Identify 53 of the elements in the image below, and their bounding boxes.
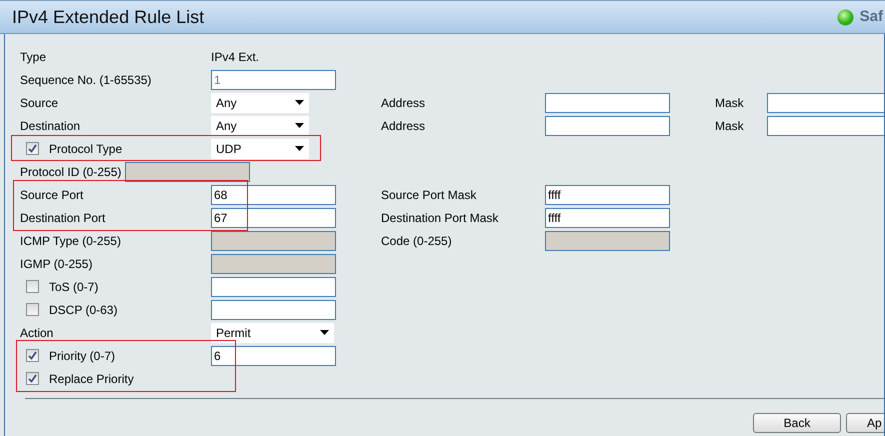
input-field[interactable]: 68	[211, 184, 336, 204]
field-label: Priority (0-7)	[49, 348, 116, 364]
input-field[interactable]	[211, 276, 336, 296]
field-label: Source Port	[20, 186, 84, 204]
dropdown[interactable]: Permit	[211, 322, 334, 342]
field-value: IPv4 Ext.	[211, 48, 260, 66]
field-label: Sequence No. (1-65535)	[20, 72, 152, 88]
checkbox[interactable]	[26, 142, 39, 155]
field-label: ToS (0-7)	[49, 278, 98, 296]
field-label: Source	[20, 94, 58, 112]
field-label: Replace Priority	[49, 370, 134, 388]
status-dot-icon	[836, 8, 854, 26]
input-field[interactable]: 1	[211, 70, 336, 90]
input-field[interactable]: 6	[211, 346, 336, 366]
field-label: Mask	[715, 94, 745, 112]
input-field[interactable]	[545, 116, 670, 136]
dropdown[interactable]: Any	[211, 116, 309, 136]
button[interactable]: Ap	[846, 413, 884, 433]
input-field[interactable]	[767, 116, 884, 136]
field-label: Address	[381, 94, 426, 112]
input-field[interactable]	[211, 300, 336, 320]
field-label: Type	[20, 48, 46, 66]
caret-icon	[295, 100, 304, 105]
caret-icon	[295, 146, 304, 151]
field-label: ICMP Type (0-255)	[20, 232, 121, 250]
caret-icon	[320, 330, 329, 335]
field-label: DSCP (0-63)	[49, 302, 118, 318]
field-label: Protocol ID (0-255)	[20, 164, 122, 180]
field-label: IGMP (0-255)	[20, 256, 92, 272]
field-label: Protocol Type	[49, 140, 122, 158]
field-label: Destination Port	[20, 210, 106, 226]
page-title: IPv4 Extended Rule List	[12, 6, 206, 28]
field-label: Destination Port Mask	[381, 210, 500, 226]
input-field[interactable]: ffff	[545, 184, 670, 204]
checkbox[interactable]	[26, 349, 39, 362]
field-label: Source Port Mask	[381, 186, 478, 204]
checkbox[interactable]	[26, 280, 39, 293]
input-field[interactable]: ffff	[545, 208, 670, 228]
input-field[interactable]	[767, 92, 884, 112]
checkbox[interactable]	[26, 372, 39, 385]
field-label: Action	[20, 324, 54, 342]
button[interactable]: Back	[753, 413, 841, 433]
checkbox[interactable]	[26, 303, 39, 316]
field-label: Mask	[715, 118, 745, 134]
field-label: Address	[381, 118, 426, 134]
input-field[interactable]	[545, 92, 670, 112]
field-label: Destination	[20, 118, 80, 134]
dropdown[interactable]: UDP	[211, 138, 309, 158]
dropdown[interactable]: Any	[211, 92, 309, 112]
input-field[interactable]: 67	[211, 208, 336, 228]
caret-icon	[295, 123, 304, 128]
status-text: Saf	[860, 6, 883, 27]
field-label: Code (0-255)	[381, 232, 453, 250]
